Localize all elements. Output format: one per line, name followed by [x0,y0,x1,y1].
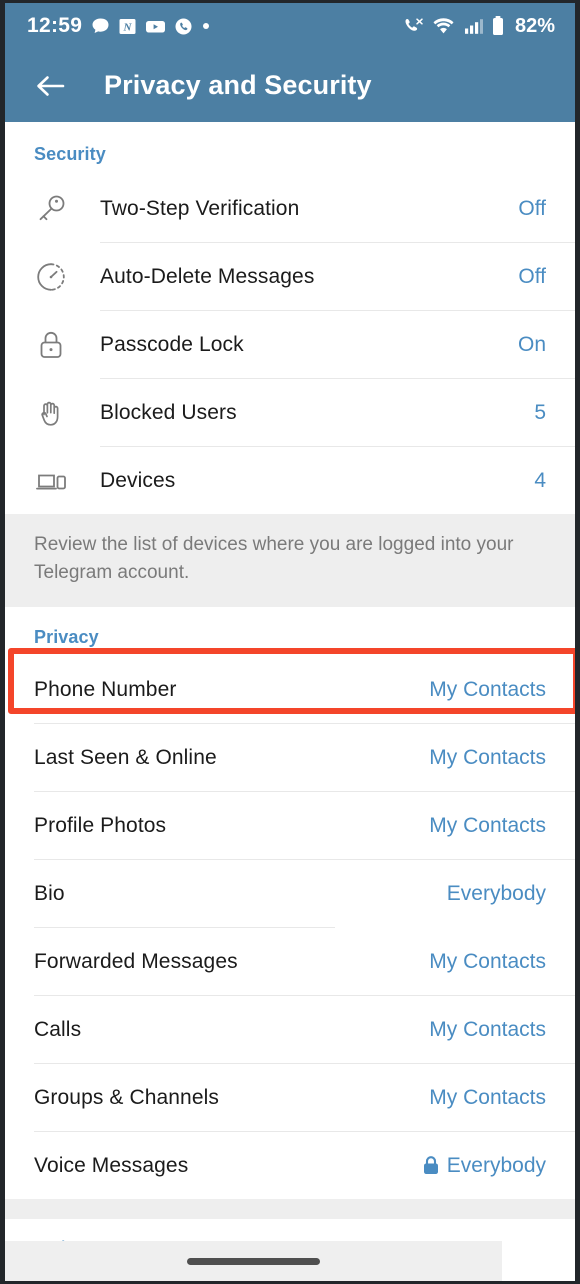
row-auto-delete-messages[interactable]: Auto-Delete Messages Off [5,243,575,310]
row-value: My Contacts [429,949,546,973]
row-blocked-users[interactable]: Blocked Users 5 [5,379,575,446]
devices-note: Review the list of devices where you are… [5,514,575,608]
row-two-step-verification[interactable]: Two-Step Verification Off [5,175,575,242]
phone-screen: 12:59 N 82% Privacy and Security Securit… [0,0,580,1284]
row-value: 5 [534,400,546,424]
row-label: Passcode Lock [100,332,244,356]
row-label: Calls [34,1017,82,1041]
settings-content: Security Two-Step Verification Off Auto-… [5,122,575,1281]
row-value: Everybody [446,881,546,905]
row-value-wrapper: Everybody [422,1154,546,1178]
row-phone-number[interactable]: Phone Number My Contacts [5,656,575,724]
whatsapp-icon [175,18,192,34]
section-header-security: Security [34,144,106,164]
app-bar: Privacy and Security [5,49,575,122]
row-label: Voice Messages [34,1153,189,1177]
dot-icon [203,23,210,29]
section-gap [5,1199,575,1220]
padlock-icon [34,328,76,362]
row-label: Last Seen & Online [34,745,217,769]
row-forwarded-messages[interactable]: Forwarded Messages My Contacts [5,928,575,996]
row-calls[interactable]: Calls My Contacts [5,996,575,1064]
status-bar: 12:59 N 82% [5,3,575,49]
back-button[interactable] [29,65,71,107]
svg-text:N: N [123,21,133,33]
row-value: My Contacts [429,813,546,837]
wifi-icon [433,18,454,34]
home-gesture-pill[interactable] [187,1257,320,1265]
row-devices[interactable]: Devices 4 [5,447,575,514]
row-last-seen-online[interactable]: Last Seen & Online My Contacts [5,724,575,792]
row-value: On [517,332,546,356]
row-value: Off [518,264,546,288]
cellular-signal-icon [464,19,483,34]
row-value: My Contacts [429,1017,546,1041]
row-value: My Contacts [429,1085,546,1109]
battery-percent-label: 82% [514,14,555,37]
page-title: Privacy and Security [104,70,372,100]
row-bio[interactable]: Bio Everybody [5,860,575,928]
row-label: Two-Step Verification [100,196,300,220]
system-navigation-bar [5,1241,502,1281]
row-label: Forwarded Messages [34,949,238,973]
nav-bar-right-fill [502,1241,575,1281]
hand-icon [34,396,76,430]
youtube-icon [146,20,166,32]
row-label: Auto-Delete Messages [100,264,315,288]
devices-icon [34,464,76,498]
auto-delete-timer-icon [34,260,76,294]
row-value: My Contacts [429,677,546,701]
row-groups-and-channels[interactable]: Groups & Channels My Contacts [5,1064,575,1132]
row-value: Off [518,196,546,220]
row-passcode-lock[interactable]: Passcode Lock On [5,311,575,378]
row-value: My Contacts [429,745,546,769]
row-profile-photos[interactable]: Profile Photos My Contacts [5,792,575,860]
row-voice-messages[interactable]: Voice Messages Everybody [5,1132,575,1200]
status-bar-left: 12:59 N [27,14,211,38]
status-bar-notification-icons: N [91,17,211,36]
back-arrow-icon [37,75,65,96]
row-label: Phone Number [34,677,177,701]
row-value: 4 [534,468,546,492]
section-header-privacy: Privacy [34,627,99,648]
status-bar-right: 82% [402,15,555,38]
key-icon [34,192,76,226]
status-bar-clock: 12:59 [27,14,83,37]
row-label: Blocked Users [100,400,237,424]
row-label: Groups & Channels [34,1085,219,1109]
row-label: Profile Photos [34,813,167,837]
row-label: Devices [100,468,176,492]
battery-icon [492,16,503,35]
row-value: Everybody [446,1153,546,1177]
chat-bubble-icon [92,18,109,33]
row-label: Bio [34,881,65,905]
call-mute-icon [405,18,423,31]
premium-lock-icon [423,1156,438,1175]
news-app-icon: N [119,18,136,34]
